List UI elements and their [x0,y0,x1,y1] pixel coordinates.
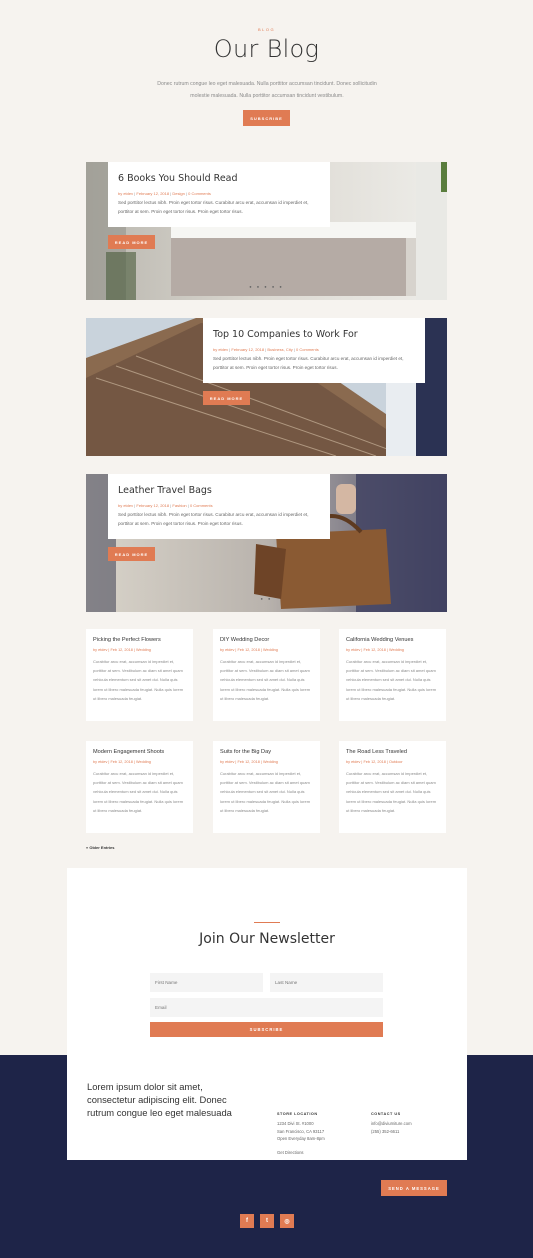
last-name-field[interactable]: Last Name [270,973,383,992]
grid-post[interactable]: Suits for the Big Day by etdev | Feb 12,… [213,741,320,833]
grid-post-meta: by etdev | Feb 12, 2018 | Wedding [346,648,404,652]
post-title[interactable]: Leather Travel Bags [118,485,320,496]
divider [254,922,280,923]
post-excerpt: Sed porttitor lectus nibh. Proin eget to… [118,200,309,214]
grid-post-excerpt: Curabitur arcu erat, accumsan id imperdi… [93,659,184,701]
page-intro: Donec rutrum congue leo eget malesuada. … [157,81,377,99]
read-more-button[interactable]: READ MORE [203,391,250,405]
grid-post-title[interactable]: DIY Wedding Decor [220,637,313,643]
grid-post[interactable]: Modern Engagement Shoots by etdev | Feb … [86,741,193,833]
twitter-icon[interactable]: t [260,1214,274,1228]
slider-dots[interactable]: ● ● [86,596,447,601]
store-location-heading: STORE LOCATION [277,1112,318,1116]
grid-post-title[interactable]: Suits for the Big Day [220,749,313,755]
grid-post-excerpt: Curabitur arcu erat, accumsan id imperdi… [346,771,437,813]
grid-post-title[interactable]: Modern Engagement Shoots [93,749,186,755]
page-eyebrow: BLOG [257,27,276,32]
post-excerpt: Sed porttitor lectus nibh. Proin eget to… [213,356,404,370]
post-meta: by etdev | February 12, 2018 | Business,… [213,347,319,352]
grid-post-title[interactable]: Picking the Perfect Flowers [93,637,186,643]
featured-post[interactable]: Leather Travel Bags by etdev | February … [86,474,447,612]
post-title[interactable]: 6 Books You Should Read [118,173,320,184]
contact-phone: (255) 352-6611 [371,1129,400,1134]
facebook-icon[interactable]: f [240,1214,254,1228]
newsletter-subscribe-button[interactable]: SUBSCRIBE [150,1022,383,1037]
grid-post-meta: by etdev | Feb 12, 2018 | Wedding [220,760,278,764]
older-entries-link[interactable]: « Older Entries [86,845,114,850]
grid-post-title[interactable]: California Wedding Venues [346,637,439,643]
featured-post[interactable]: 6 Books You Should Read by etdev | Febru… [86,162,447,300]
newsletter-title: Join Our Newsletter [199,931,335,947]
first-name-field[interactable]: First Name [150,973,263,992]
grid-post[interactable]: The Road Less Traveled by etdev | Feb 12… [339,741,446,833]
email-field[interactable]: Email [150,998,383,1017]
grid-post-title[interactable]: The Road Less Traveled [346,749,439,755]
featured-post[interactable]: Top 10 Companies to Work For by etdev | … [86,318,447,456]
contact-heading: CONTACT US [371,1112,401,1116]
post-meta: by etdev | February 12, 2018 | Fashion |… [118,503,213,508]
grid-post-excerpt: Curabitur arcu erat, accumsan id imperdi… [346,659,437,701]
directions-link[interactable]: Get Directions [277,1149,304,1157]
grid-post-excerpt: Curabitur arcu erat, accumsan id imperdi… [93,771,184,813]
grid-post-meta: by etdev | Feb 12, 2018 | Wedding [93,760,151,764]
post-excerpt: Sed porttitor lectus nibh. Proin eget to… [118,512,309,526]
instagram-icon[interactable]: ◎ [280,1214,294,1228]
newsletter-panel: Join Our Newsletter First Name Last Name… [67,868,467,1160]
grid-post-excerpt: Curabitur arcu erat, accumsan id imperdi… [220,659,311,701]
contact-email-link[interactable]: info@diviurniture.com [371,1120,412,1128]
store-address: 1234 Divi St. #1000 San Francisco, CA 93… [277,1121,325,1141]
send-message-button[interactable]: SEND A MESSAGE [381,1180,447,1196]
grid-post[interactable]: DIY Wedding Decor by etdev | Feb 12, 201… [213,629,320,721]
slider-dots[interactable]: ● ● ● ● ● [86,284,447,289]
grid-post-meta: by etdev | Feb 12, 2018 | Wedding [220,648,278,652]
post-meta: by etdev | February 12, 2018 | Design | … [118,191,211,196]
grid-post-excerpt: Curabitur arcu erat, accumsan id imperdi… [220,771,311,813]
read-more-button[interactable]: READ MORE [108,547,155,561]
grid-post-meta: by etdev | Feb 12, 2018 | Wedding [93,648,151,652]
page-title: Our Blog [213,35,320,63]
grid-post[interactable]: Picking the Perfect Flowers by etdev | F… [86,629,193,721]
grid-post-meta: by etdev | Feb 12, 2018 | Outdoor [346,760,403,764]
subscribe-button[interactable]: SUBSCRIBE [243,110,290,126]
footer-tagline: Lorem ipsum dolor sit amet, consectetur … [87,1081,232,1118]
post-title[interactable]: Top 10 Companies to Work For [213,329,415,340]
read-more-button[interactable]: READ MORE [108,235,155,249]
grid-post[interactable]: California Wedding Venues by etdev | Feb… [339,629,446,721]
